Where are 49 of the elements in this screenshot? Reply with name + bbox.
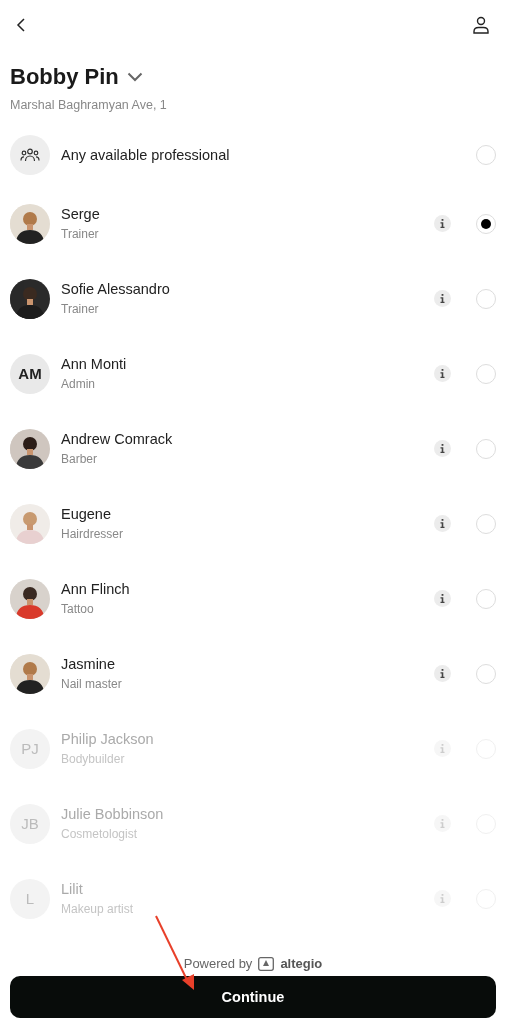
continue-button[interactable]: Continue: [10, 976, 496, 1018]
info-icon[interactable]: [434, 215, 451, 232]
staff-name: Lilit: [61, 881, 84, 897]
staff-role: Barber: [61, 452, 99, 466]
radio-button[interactable]: [476, 213, 496, 234]
staff-role: Nail master: [61, 677, 123, 691]
salon-address: Marshal Baghramyan Ave, 1: [9, 97, 168, 112]
staff-role: Cosmetologist: [61, 827, 139, 841]
staff-role: Tattoo: [61, 602, 95, 616]
radio-button[interactable]: [476, 588, 496, 609]
staff-name: Any available professional: [61, 147, 231, 163]
powered-by-text: Powered by: [183, 956, 253, 971]
avatar-initials: PJ: [10, 728, 50, 769]
staff-name: Eugene: [61, 506, 112, 522]
radio-button[interactable]: [476, 145, 496, 165]
staff-role: Admin: [61, 377, 96, 391]
info-icon[interactable]: [434, 590, 451, 607]
radio-button[interactable]: [476, 513, 496, 534]
staff-name: Sofie Alessandro: [61, 281, 171, 297]
logo-icon: [258, 956, 275, 971]
staff-role: Hairdresser: [61, 527, 124, 541]
avatar-initials: AM: [10, 353, 50, 394]
info-icon[interactable]: [434, 290, 451, 307]
radio-button[interactable]: [476, 288, 496, 309]
staff-name: Philip Jackson: [61, 731, 155, 747]
radio-button[interactable]: [476, 363, 496, 384]
staff-role: Bodybuilder: [61, 752, 126, 766]
chevron-down-icon[interactable]: [126, 72, 143, 82]
staff-role: Trainer: [61, 302, 100, 316]
info-icon[interactable]: [434, 515, 451, 532]
salon-title: Bobby Pin: [10, 64, 119, 90]
staff-name: Julie Bobbinson: [61, 806, 165, 822]
user-icon[interactable]: [470, 14, 492, 36]
people-icon: [10, 135, 50, 175]
staff-name: Ann Flinch: [61, 581, 131, 597]
avatar-initials: JB: [10, 803, 50, 844]
staff-name: Jasmine: [61, 656, 116, 672]
staff-name: Serge: [61, 206, 101, 222]
staff-role: Makeup artist: [61, 902, 135, 916]
info-icon[interactable]: [434, 440, 451, 457]
staff-name: Ann Monti: [61, 356, 128, 372]
info-icon[interactable]: [434, 365, 451, 382]
staff-role: Trainer: [61, 227, 100, 241]
avatar-initials: L: [10, 878, 50, 919]
brand-name: altegio: [280, 956, 323, 971]
radio-button[interactable]: [476, 438, 496, 459]
radio-button[interactable]: [476, 663, 496, 684]
info-icon[interactable]: [434, 665, 451, 682]
staff-name: Andrew Comrack: [61, 431, 174, 447]
